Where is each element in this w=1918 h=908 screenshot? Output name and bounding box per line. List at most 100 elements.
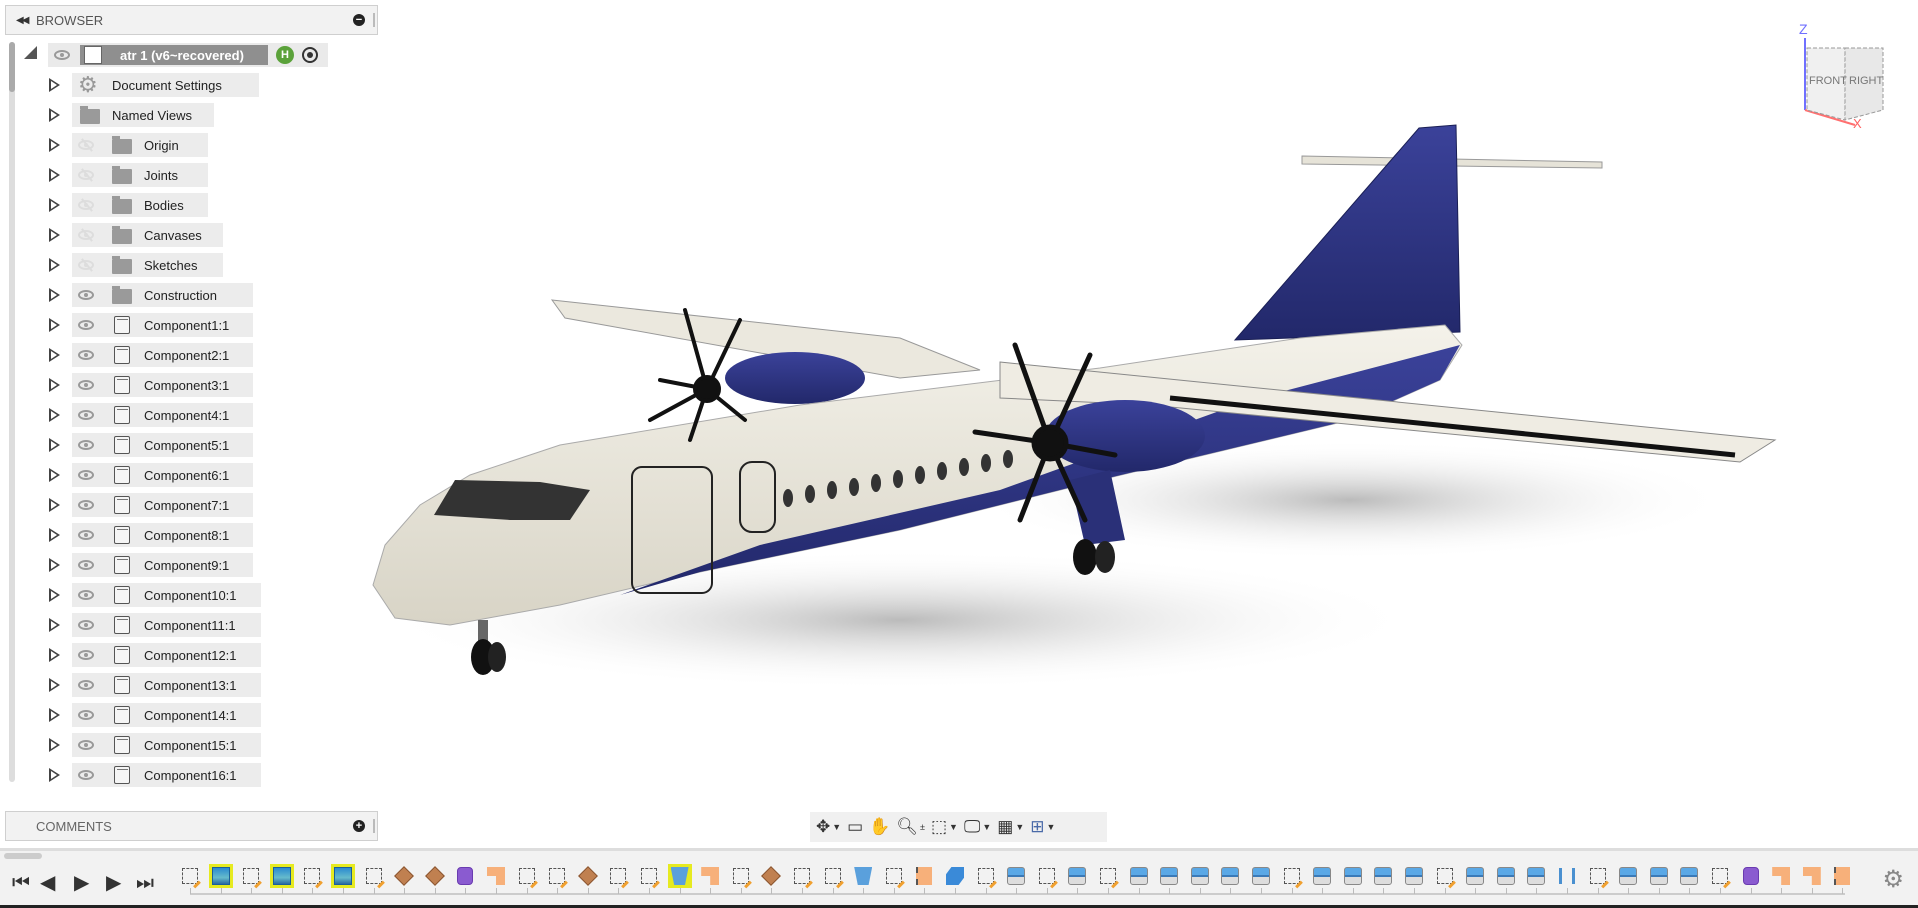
timeline-feature-pattern[interactable] xyxy=(1555,864,1579,888)
step-forward-icon[interactable]: ▶ xyxy=(106,873,121,893)
expand-triangle-icon[interactable] xyxy=(49,618,60,632)
timeline-feature-extrude[interactable] xyxy=(1402,864,1426,888)
timeline-feature-extrude[interactable] xyxy=(1494,864,1518,888)
tree-item[interactable]: Origin xyxy=(0,133,300,157)
expand-triangle-icon[interactable] xyxy=(49,738,60,752)
timeline-feature-decal[interactable] xyxy=(423,864,447,888)
expand-triangle-icon[interactable] xyxy=(49,648,60,662)
collapse-browser-icon[interactable]: ◀◀ xyxy=(16,15,29,26)
tree-item[interactable]: Component8:1 xyxy=(0,523,300,547)
tree-item[interactable]: Component10:1 xyxy=(0,583,300,607)
tree-item[interactable]: Named Views xyxy=(0,103,300,127)
expand-triangle-icon[interactable] xyxy=(49,318,60,332)
visibility-eye-icon[interactable] xyxy=(78,350,94,360)
cube-right[interactable]: RIGHT xyxy=(1849,75,1884,87)
tree-item[interactable]: Component6:1 xyxy=(0,463,300,487)
step-back-icon[interactable]: ◀ xyxy=(40,873,55,893)
expand-triangle-icon[interactable] xyxy=(49,438,60,452)
visibility-eye-icon[interactable] xyxy=(78,260,94,270)
timeline-feature-decal[interactable] xyxy=(759,864,783,888)
expand-triangle-icon[interactable] xyxy=(49,768,60,782)
timeline-feature-sketch[interactable] xyxy=(515,864,539,888)
timeline-feature-sketch[interactable] xyxy=(974,864,998,888)
timeline-feature-extrude[interactable] xyxy=(1004,864,1028,888)
timeline-feature-fillet[interactable] xyxy=(1769,864,1793,888)
expand-triangle-icon[interactable] xyxy=(49,168,60,182)
timeline-feature-extrude[interactable] xyxy=(1310,864,1334,888)
expand-triangle-icon[interactable] xyxy=(49,558,60,572)
visibility-eye-icon[interactable] xyxy=(78,710,94,720)
expand-triangle-icon[interactable] xyxy=(49,198,60,212)
timeline-feature-extrude[interactable] xyxy=(1463,864,1487,888)
visibility-eye-icon[interactable] xyxy=(78,320,94,330)
timeline-feature-sketch[interactable] xyxy=(790,864,814,888)
pan-icon[interactable]: ✋ xyxy=(869,817,890,837)
expand-triangle-icon[interactable] xyxy=(49,408,60,422)
visibility-eye-icon[interactable] xyxy=(78,560,94,570)
expand-triangle-icon[interactable] xyxy=(49,348,60,362)
timeline-feature-canvas[interactable] xyxy=(269,864,294,888)
visibility-eye-icon[interactable] xyxy=(78,620,94,630)
expand-triangle-icon[interactable] xyxy=(49,708,60,722)
tree-item[interactable]: Component3:1 xyxy=(0,373,300,397)
expand-triangle-icon[interactable] xyxy=(49,108,60,122)
timeline-feature-decal[interactable] xyxy=(576,864,600,888)
timeline-feature-sketch[interactable] xyxy=(1280,864,1304,888)
timeline-feature-form[interactable] xyxy=(453,864,477,888)
fit-icon[interactable]: ⬚ ▼ xyxy=(931,817,958,837)
tree-item[interactable]: Component16:1 xyxy=(0,763,300,787)
visibility-eye-icon[interactable] xyxy=(78,500,94,510)
timeline-feature-extrude[interactable] xyxy=(1218,864,1242,888)
display-settings-icon[interactable]: 🖵︎ ▼ xyxy=(964,817,991,837)
history-badge-icon[interactable]: H xyxy=(276,46,294,64)
visibility-eye-icon[interactable] xyxy=(78,170,94,180)
tree-item[interactable]: Component14:1 xyxy=(0,703,300,727)
visibility-eye-icon[interactable] xyxy=(78,680,94,690)
expand-triangle-icon[interactable] xyxy=(49,258,60,272)
timeline-feature-sketch[interactable] xyxy=(637,864,661,888)
tree-item[interactable]: ⚙ Document Settings xyxy=(0,73,300,97)
tree-item[interactable]: Component1:1 xyxy=(0,313,300,337)
timeline-feature-sketch[interactable] xyxy=(178,864,202,888)
go-to-start-icon[interactable]: ⏮︎ xyxy=(12,873,30,893)
timeline-feature-sketch[interactable] xyxy=(362,864,386,888)
tree-item[interactable]: Bodies xyxy=(0,193,300,217)
tree-item[interactable]: Component15:1 xyxy=(0,733,300,757)
timeline-feature-extrude[interactable] xyxy=(1524,864,1548,888)
expanded-triangle-icon[interactable] xyxy=(24,46,37,59)
timeline-feature-sketch[interactable] xyxy=(1586,864,1610,888)
timeline-feature-sketch[interactable] xyxy=(239,864,263,888)
timeline-feature-extrude[interactable] xyxy=(1188,864,1212,888)
timeline-feature-form[interactable] xyxy=(1739,864,1763,888)
timeline-feature-fillet[interactable] xyxy=(1800,864,1824,888)
cube-front[interactable]: FRONT xyxy=(1809,75,1847,87)
tree-root[interactable]: atr 1 (v6~recovered) H xyxy=(0,43,340,67)
timeline-feature-decal[interactable] xyxy=(392,864,416,888)
visibility-eye-icon[interactable] xyxy=(78,230,94,240)
tree-item[interactable]: Component9:1 xyxy=(0,553,300,577)
visibility-eye-icon[interactable] xyxy=(54,50,70,60)
visibility-eye-icon[interactable] xyxy=(78,770,94,780)
tree-item[interactable]: Component5:1 xyxy=(0,433,300,457)
activate-radio-icon[interactable] xyxy=(302,47,318,63)
timeline-feature-sketch[interactable] xyxy=(1096,864,1120,888)
timeline-feature-fillet[interactable] xyxy=(484,864,508,888)
expand-triangle-icon[interactable] xyxy=(49,228,60,242)
expand-triangle-icon[interactable] xyxy=(49,378,60,392)
visibility-eye-icon[interactable] xyxy=(78,650,94,660)
tree-item[interactable]: Component2:1 xyxy=(0,343,300,367)
view-cube[interactable]: FRONT RIGHT Z X xyxy=(1795,20,1895,135)
panel-grip[interactable] xyxy=(373,13,375,27)
visibility-eye-icon[interactable] xyxy=(78,290,94,300)
visibility-eye-icon[interactable] xyxy=(78,140,94,150)
timeline-feature-sketch[interactable] xyxy=(882,864,906,888)
timeline-feature-loft[interactable] xyxy=(851,864,875,888)
grid-icon[interactable]: ▦ ▼ xyxy=(997,817,1024,837)
viewports-icon[interactable]: ⊞ ▼ xyxy=(1030,817,1055,837)
visibility-eye-icon[interactable] xyxy=(78,440,94,450)
timeline-scrollbar[interactable] xyxy=(4,853,42,859)
timeline-feature-split[interactable] xyxy=(1830,864,1854,888)
timeline-feature-extrude[interactable] xyxy=(1371,864,1395,888)
timeline-feature-split[interactable] xyxy=(912,864,936,888)
timeline-feature-fillet[interactable] xyxy=(698,864,722,888)
